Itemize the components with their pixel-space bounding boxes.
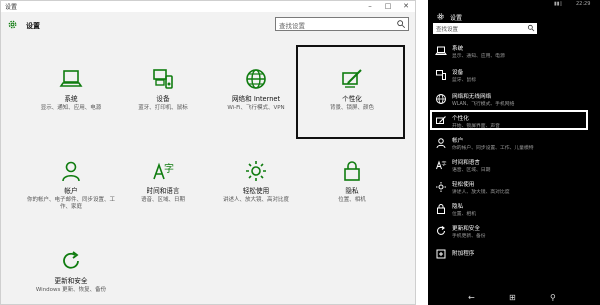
screenshot: 设置 – □ ✕ 设置 查找设置 系统 显示、通知、应用、电源 设备 蓝牙、打印… [0,0,600,305]
item-label: 附加程序 [452,251,475,257]
devices-icon [153,69,173,89]
phone-nav-bar: ← ⊞ ⚲ [428,291,600,305]
phone-item-time-language[interactable]: 字 时间和语言 语音、区域、日期 [428,156,600,180]
item-description: 显示、通知、应用、电源 [452,54,505,59]
laptop-icon [59,70,83,87]
maximize-button[interactable]: □ [379,1,397,12]
item-description: 讲述人、放大镜、高对比度 [452,190,510,195]
globe-icon [246,69,266,89]
item-label: 系统 [452,46,464,52]
item-label: 网络和无线网络 [452,94,492,100]
tile-label: 更新和安全 [54,277,88,285]
tile-description: 你的帐户、电子邮件、同步设置、工作、家庭 [27,197,116,210]
phone-screen: ▮▮▯ 22:29 设置 查找设置 系统 显示、通知、应用、电源 设备 蓝牙、鼠… [428,0,600,305]
status-time: 22:29 [576,1,591,7]
phone-extras-icon [436,249,446,259]
accessibility-icon [246,161,266,181]
tile-label: 轻松使用 [242,187,270,195]
item-label: 更新和安全 [452,226,480,232]
item-description: 蓝牙、鼠标 [452,78,476,83]
tile-description: Wi-Fi、飞行模式、VPN [227,105,285,111]
tile-label: 网络和 Internet [231,95,281,103]
search-icon[interactable] [396,19,406,29]
highlight-box-phone-personalization [430,110,588,130]
phone-item-extras[interactable]: 附加程序 [428,245,600,269]
windows-start-icon[interactable]: ⊞ [509,293,516,302]
phone-item-privacy[interactable]: 隐私 位置、相机 [428,200,600,224]
back-icon[interactable]: ← [468,293,475,302]
item-label: 轻松使用 [452,182,475,188]
phone-system-icon [435,46,447,55]
window-title: 设置 [5,4,18,11]
tile-ease-of-access[interactable]: 轻松使用 讲述人、放大镜、高对比度 [204,159,308,204]
search-placeholder: 查找设置 [436,27,459,33]
phone-item-ease-of-access[interactable]: 轻松使用 讲述人、放大镜、高对比度 [428,178,600,202]
phone-item-accounts[interactable]: 帐户 你的帐户、同步设置、工作、儿童模特 [428,134,600,158]
minimize-button[interactable]: – [361,1,379,12]
tile-network[interactable]: 网络和 Internet Wi-Fi、飞行模式、VPN [204,67,308,112]
tile-label: 设备 [156,95,170,103]
page-title: 设置 [26,22,40,30]
highlight-box-personalization [296,45,405,139]
tile-privacy[interactable]: 隐私 位置、相机 [300,159,404,204]
tile-description: 语音、区域、日期 [140,197,185,203]
phone-devices-icon [436,70,446,80]
update-icon [63,251,79,269]
tile-update-security[interactable]: 更新和安全 Windows 更新、恢复、备份 [19,249,123,294]
phone-search-icon[interactable]: ⚲ [550,293,556,302]
tile-description: 显示、通知、应用、电源 [40,105,102,111]
search-placeholder: 查找设置 [279,22,305,30]
svg-text:字: 字 [442,161,447,168]
tile-system[interactable]: 系统 显示、通知、应用、电源 [19,67,123,112]
signal-icon: ▮▮▯ [554,1,563,7]
gear-icon [8,20,17,29]
time-language-icon: 字 [153,162,174,180]
tile-description: 蓝牙、打印机、鼠标 [138,105,188,111]
person-icon [62,161,80,182]
item-description: 语音、区域、日期 [452,168,491,173]
item-description: 手机更新、备份 [452,234,486,239]
search-input[interactable]: 查找设置 [275,17,409,31]
page-title: 设置 [450,15,463,22]
item-description: WLAN、飞行模式、手机网络 [452,102,515,107]
svg-text:字: 字 [164,162,174,175]
tile-label: 系统 [64,95,78,103]
item-label: 设备 [452,70,464,76]
item-description: 你的帐户、同步设置、工作、儿童模特 [452,146,534,151]
title-bar: 设置 – □ ✕ [1,1,415,12]
tile-label: 帐户 [64,187,78,195]
tile-devices[interactable]: 设备 蓝牙、打印机、鼠标 [111,67,215,112]
tile-description: Windows 更新、恢复、备份 [35,287,107,293]
item-label: 隐私 [452,204,464,210]
gear-icon [437,13,444,20]
phone-person-icon [436,138,446,149]
phone-update-icon [436,226,446,235]
phone-item-system[interactable]: 系统 显示、通知、应用、电源 [428,42,600,66]
phone-time-icon: 字 [436,161,447,170]
phone-lock-icon [437,204,445,214]
item-label: 帐户 [452,138,464,144]
item-label: 时间和语言 [452,160,480,166]
tile-time-language[interactable]: 字 时间和语言 语音、区域、日期 [111,159,215,204]
phone-access-icon [436,182,446,192]
search-input[interactable]: 查找设置 [433,23,537,34]
search-icon[interactable] [527,24,535,32]
tile-description: 位置、相机 [338,197,366,203]
phone-item-devices[interactable]: 设备 蓝牙、鼠标 [428,66,600,90]
tile-accounts[interactable]: 帐户 你的帐户、电子邮件、同步设置、工作、家庭 [19,159,123,211]
phone-item-update-security[interactable]: 更新和安全 手机更新、备份 [428,222,600,246]
lock-icon [344,161,360,181]
close-button[interactable]: ✕ [397,1,415,12]
tile-label: 隐私 [345,187,359,195]
status-bar: ▮▮▯ 22:29 [428,0,600,8]
tile-description: 讲述人、放大镜、高对比度 [222,197,289,203]
tile-label: 时间和语言 [146,187,180,195]
item-description: 位置、相机 [452,212,476,217]
phone-network-icon [436,94,446,104]
